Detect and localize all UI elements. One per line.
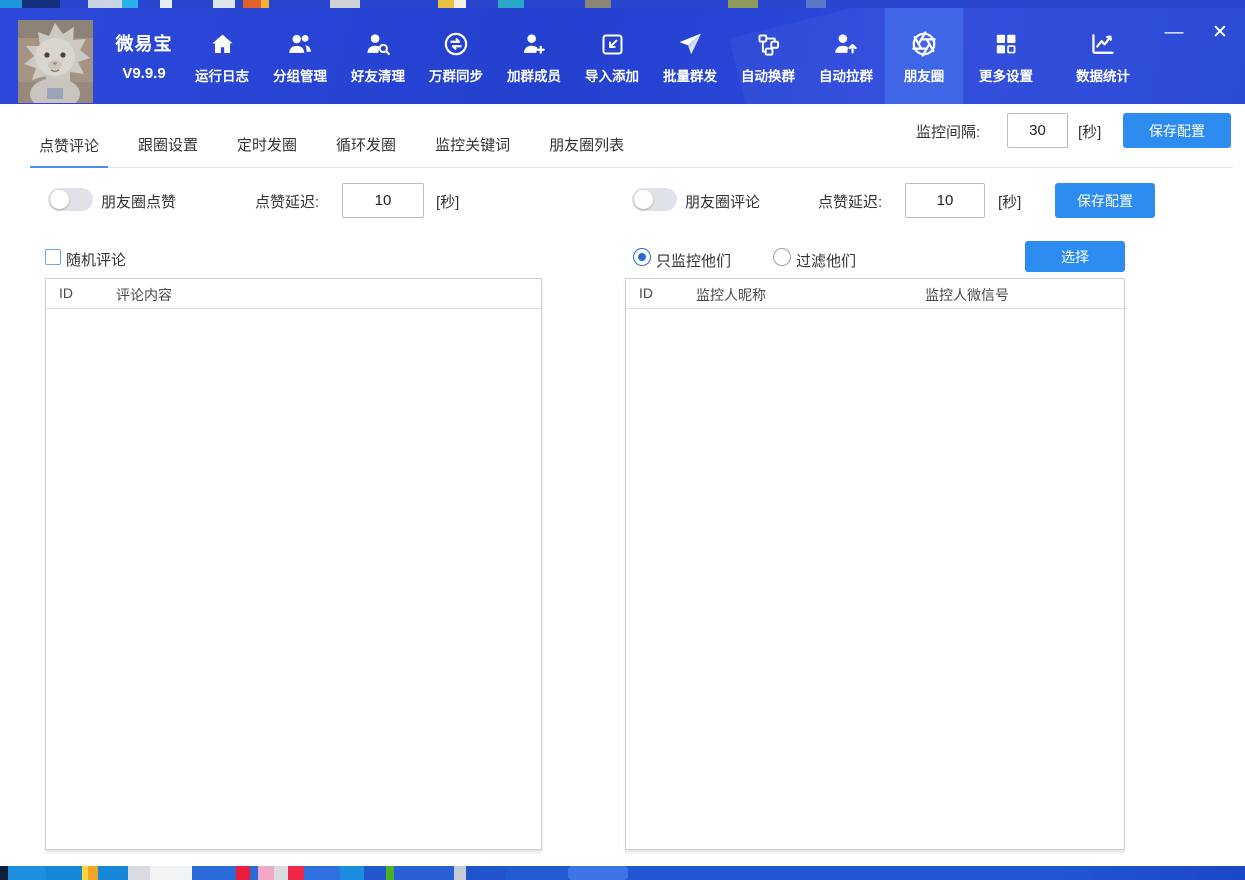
nav-item-batch-send[interactable]: 批量群发 bbox=[651, 8, 729, 104]
moments-like-toggle[interactable] bbox=[48, 188, 93, 211]
app-identity: 微易宝 V9.9.9 bbox=[108, 30, 180, 82]
save-config-button-top[interactable]: 保存配置 bbox=[1123, 113, 1231, 148]
grid-icon bbox=[993, 29, 1019, 59]
nav-item-group-members[interactable]: 加群成员 bbox=[495, 8, 573, 104]
sync-icon bbox=[442, 29, 470, 59]
comment-table-header: ID 评论内容 bbox=[46, 279, 541, 309]
nav-item-more-settings[interactable]: 更多设置 bbox=[963, 8, 1049, 104]
save-config-button-right[interactable]: 保存配置 bbox=[1055, 183, 1155, 218]
column-header-id: ID bbox=[639, 285, 653, 301]
column-header-wechat-id: 监控人微信号 bbox=[925, 287, 1009, 303]
avatar bbox=[18, 20, 93, 103]
tab-scheduled-post[interactable]: 定时发圈 bbox=[228, 134, 306, 167]
moments-like-toggle-label: 朋友圈点赞 bbox=[101, 194, 177, 211]
random-comment-checkbox[interactable] bbox=[45, 249, 61, 265]
desktop-edge-top bbox=[0, 0, 1245, 8]
monitor-table: ID 监控人昵称 监控人微信号 bbox=[625, 278, 1125, 850]
user-search-icon bbox=[364, 29, 392, 59]
column-header-id: ID bbox=[59, 285, 73, 301]
cat-avatar-image bbox=[18, 20, 93, 103]
tab-moments-list[interactable]: 朋友圈列表 bbox=[540, 134, 633, 167]
nav-label: 导入添加 bbox=[585, 69, 639, 84]
tab-like-comment[interactable]: 点赞评论 bbox=[30, 135, 109, 168]
nav-item-statistics[interactable]: 数据统计 bbox=[1057, 8, 1149, 104]
nav-item-group-manage[interactable]: 分组管理 bbox=[261, 8, 339, 104]
monitor-interval-label: 监控间隔: bbox=[916, 124, 981, 141]
home-icon bbox=[209, 29, 236, 59]
nav-item-run-log[interactable]: 运行日志 bbox=[183, 8, 261, 104]
monitor-only-radio-label: 只监控他们 bbox=[656, 253, 732, 270]
nav-item-moments[interactable]: 朋友圈 bbox=[885, 8, 963, 104]
nodes-icon bbox=[755, 29, 782, 59]
nav-label: 数据统计 bbox=[1076, 69, 1130, 84]
monitor-interval-input[interactable] bbox=[1007, 113, 1068, 148]
aperture-icon bbox=[910, 29, 938, 59]
import-icon bbox=[599, 29, 626, 59]
users-icon bbox=[286, 29, 314, 59]
nav-label: 加群成员 bbox=[507, 69, 561, 84]
nav-label: 运行日志 bbox=[195, 69, 249, 84]
close-button[interactable]: ✕ bbox=[1207, 20, 1233, 46]
user-add-icon bbox=[520, 29, 548, 59]
comment-delay-input[interactable] bbox=[905, 183, 985, 218]
user-up-icon bbox=[832, 29, 860, 59]
nav-item-auto-switch-group[interactable]: 自动换群 bbox=[729, 8, 807, 104]
desktop-edge-bottom bbox=[0, 866, 1245, 880]
column-header-comment-content: 评论内容 bbox=[116, 287, 172, 303]
comment-table-body[interactable] bbox=[46, 310, 541, 849]
window-controls: — ✕ bbox=[1161, 20, 1233, 46]
chart-icon bbox=[1089, 29, 1117, 59]
random-comment-label: 随机评论 bbox=[66, 252, 127, 269]
like-delay-label: 点赞延迟: bbox=[255, 194, 320, 211]
monitor-table-header: ID 监控人昵称 监控人微信号 bbox=[626, 279, 1124, 309]
nav-label: 好友清理 bbox=[351, 69, 405, 84]
moments-comment-toggle-label: 朋友圈评论 bbox=[685, 194, 761, 211]
comment-delay-label: 点赞延迟: bbox=[818, 194, 883, 211]
filter-them-radio[interactable] bbox=[773, 248, 791, 266]
filter-them-radio-label: 过滤他们 bbox=[796, 253, 857, 270]
nav-label: 更多设置 bbox=[979, 69, 1033, 84]
titlebar[interactable]: 微易宝 V9.9.9 运行日志 分组管理 好友清理 万群同步 加群成员 导入添加… bbox=[0, 8, 1245, 104]
nav-label: 自动拉群 bbox=[819, 69, 873, 84]
column-header-nickname: 监控人昵称 bbox=[696, 287, 766, 303]
tab-loop-post[interactable]: 循环发圈 bbox=[327, 134, 405, 167]
comment-delay-unit: [秒] bbox=[998, 194, 1022, 211]
nav-item-import-add[interactable]: 导入添加 bbox=[573, 8, 651, 104]
nav-label: 自动换群 bbox=[741, 69, 795, 84]
nav-label: 万群同步 bbox=[429, 69, 483, 84]
minimize-button[interactable]: — bbox=[1161, 20, 1187, 46]
tab-follow-settings[interactable]: 跟圈设置 bbox=[129, 134, 207, 167]
moments-comment-toggle[interactable] bbox=[632, 188, 677, 211]
nav-label: 朋友圈 bbox=[903, 69, 945, 84]
app-version: V9.9.9 bbox=[122, 65, 166, 82]
monitor-only-radio[interactable] bbox=[633, 248, 651, 266]
select-button[interactable]: 选择 bbox=[1025, 241, 1125, 272]
like-delay-input[interactable] bbox=[342, 183, 424, 218]
send-icon bbox=[676, 29, 704, 59]
comment-table: ID 评论内容 bbox=[45, 278, 542, 850]
nav-label: 分组管理 bbox=[273, 69, 327, 84]
tab-keyword-monitor[interactable]: 监控关键词 bbox=[426, 134, 519, 167]
monitor-table-body[interactable] bbox=[626, 310, 1124, 849]
app-window: 微易宝 V9.9.9 运行日志 分组管理 好友清理 万群同步 加群成员 导入添加… bbox=[0, 8, 1245, 866]
nav-item-auto-pull-group[interactable]: 自动拉群 bbox=[807, 8, 885, 104]
nav-item-friend-clean[interactable]: 好友清理 bbox=[339, 8, 417, 104]
nav-label: 批量群发 bbox=[663, 69, 717, 84]
like-delay-unit: [秒] bbox=[436, 194, 460, 211]
monitor-interval-unit: [秒] bbox=[1078, 124, 1102, 141]
main-content: 点赞评论 跟圈设置 定时发圈 循环发圈 监控关键词 朋友圈列表 监控间隔: [秒… bbox=[0, 104, 1245, 866]
nav-item-group-sync[interactable]: 万群同步 bbox=[417, 8, 495, 104]
main-nav: 运行日志 分组管理 好友清理 万群同步 加群成员 导入添加 批量群发 自动换群 … bbox=[183, 8, 1149, 104]
app-name: 微易宝 bbox=[115, 34, 173, 54]
